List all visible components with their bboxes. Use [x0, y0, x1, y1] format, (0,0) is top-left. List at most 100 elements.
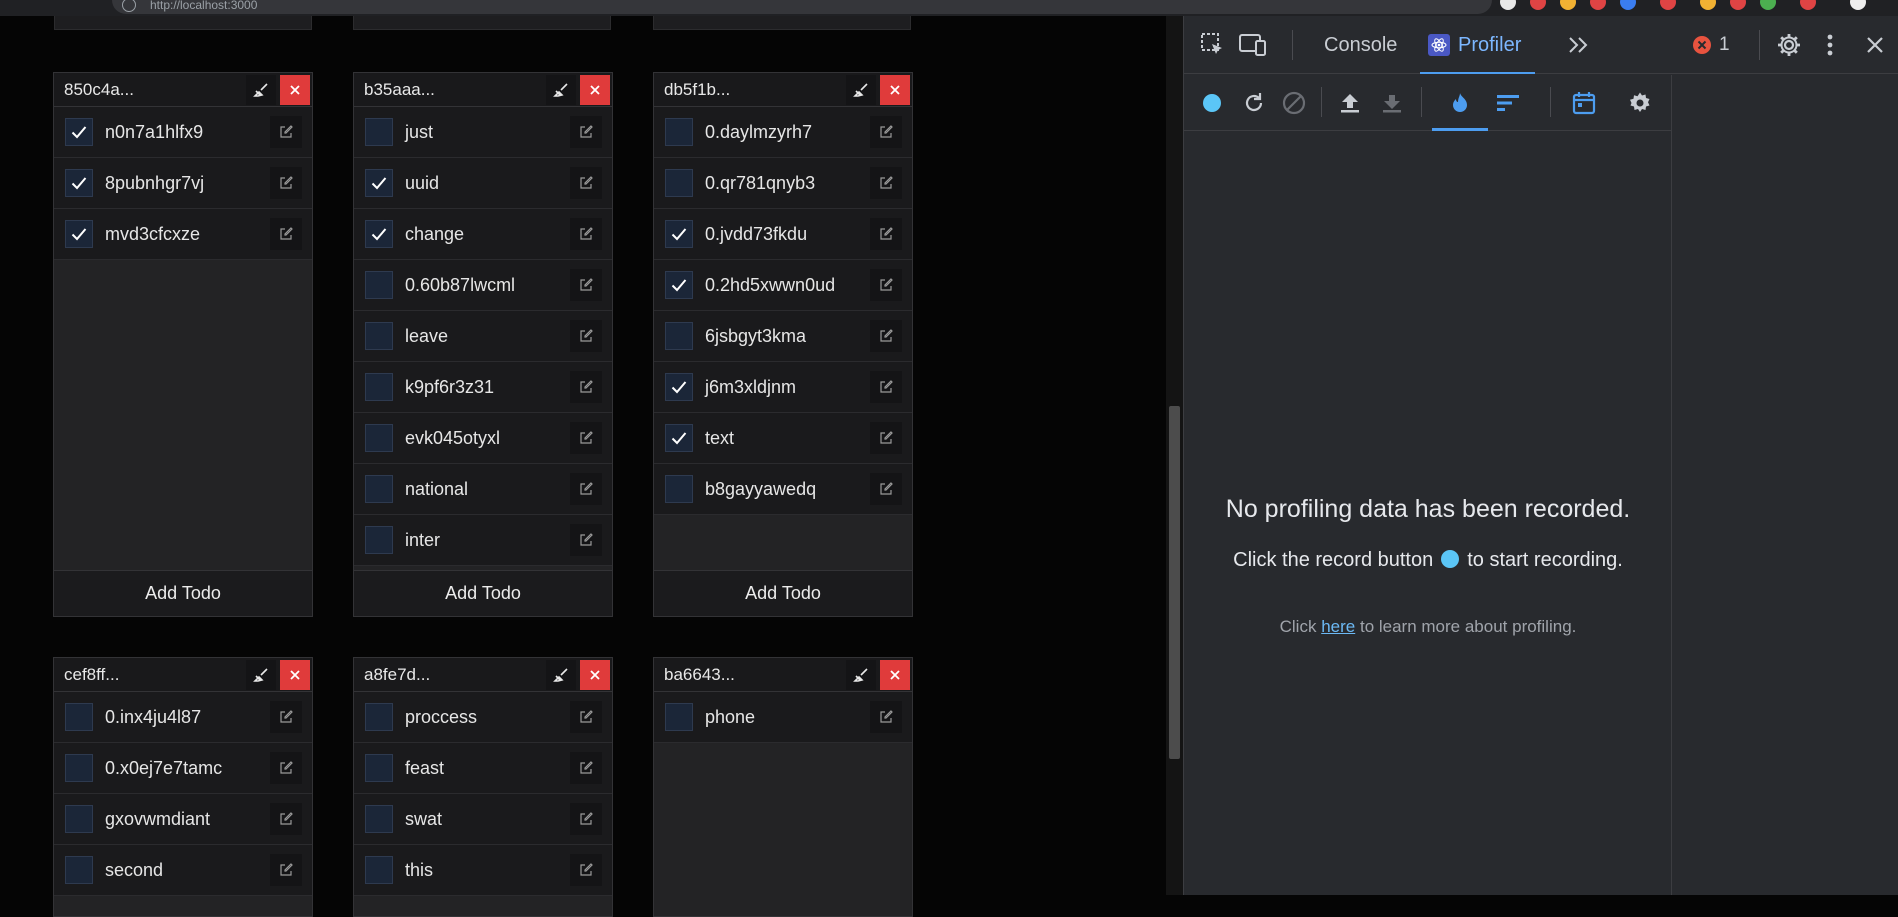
error-counter[interactable]: 1	[1692, 30, 1730, 60]
scrollbar-thumb[interactable]	[1169, 406, 1180, 759]
todo-checkbox[interactable]	[65, 220, 93, 248]
more-tabs-icon[interactable]	[1564, 30, 1594, 60]
todo-checkbox[interactable]	[365, 805, 393, 833]
clear-completed-button[interactable]	[546, 74, 576, 105]
profiler-settings-icon[interactable]	[1626, 89, 1654, 117]
site-info-icon[interactable]	[122, 0, 136, 12]
todo-checkbox[interactable]	[665, 220, 693, 248]
todo-checkbox[interactable]	[365, 220, 393, 248]
todo-checkbox[interactable]	[365, 169, 393, 197]
todo-checkbox[interactable]	[665, 118, 693, 146]
edit-todo-button[interactable]	[870, 320, 902, 352]
delete-board-button[interactable]	[280, 74, 310, 105]
reload-and-profile-icon[interactable]	[1240, 89, 1268, 117]
todo-checkbox[interactable]	[65, 118, 93, 146]
extension-icon[interactable]	[1850, 0, 1866, 10]
todo-checkbox[interactable]	[65, 703, 93, 731]
extension-icon[interactable]	[1530, 0, 1546, 10]
todo-checkbox[interactable]	[665, 322, 693, 350]
learn-more-link[interactable]: here	[1321, 617, 1355, 636]
inspect-element-icon[interactable]	[1198, 30, 1228, 60]
page-scrollbar[interactable]	[1166, 16, 1183, 895]
delete-board-button[interactable]	[580, 659, 610, 690]
edit-todo-button[interactable]	[270, 116, 302, 148]
todo-checkbox[interactable]	[365, 856, 393, 884]
todo-checkbox[interactable]	[65, 856, 93, 884]
edit-todo-button[interactable]	[570, 752, 602, 784]
clear-completed-button[interactable]	[246, 74, 276, 105]
more-options-icon[interactable]	[1820, 30, 1840, 60]
timeline-tab[interactable]	[1570, 89, 1598, 117]
edit-todo-button[interactable]	[270, 854, 302, 886]
todo-checkbox[interactable]	[365, 373, 393, 401]
edit-todo-button[interactable]	[570, 320, 602, 352]
edit-todo-button[interactable]	[570, 167, 602, 199]
extension-icon[interactable]	[1760, 0, 1776, 10]
extension-icon[interactable]	[1700, 0, 1716, 10]
edit-todo-button[interactable]	[570, 803, 602, 835]
edit-todo-button[interactable]	[870, 473, 902, 505]
flamegraph-tab[interactable]	[1432, 75, 1488, 131]
edit-todo-button[interactable]	[570, 524, 602, 556]
clear-completed-button[interactable]	[846, 659, 876, 690]
todo-checkbox[interactable]	[65, 754, 93, 782]
edit-todo-button[interactable]	[870, 422, 902, 454]
edit-todo-button[interactable]	[870, 269, 902, 301]
record-button[interactable]	[1198, 89, 1226, 117]
todo-checkbox[interactable]	[665, 271, 693, 299]
tab-profiler[interactable]: Profiler	[1420, 16, 1536, 74]
todo-checkbox[interactable]	[65, 169, 93, 197]
todo-checkbox[interactable]	[365, 754, 393, 782]
delete-board-button[interactable]	[580, 74, 610, 105]
edit-todo-button[interactable]	[570, 473, 602, 505]
edit-todo-button[interactable]	[870, 218, 902, 250]
extension-icon[interactable]	[1560, 0, 1576, 10]
clear-completed-button[interactable]	[846, 74, 876, 105]
todo-checkbox[interactable]	[365, 475, 393, 503]
tab-console[interactable]: Console	[1324, 16, 1397, 74]
load-profile-icon[interactable]	[1336, 89, 1364, 117]
extension-icon[interactable]	[1660, 0, 1676, 10]
edit-todo-button[interactable]	[270, 218, 302, 250]
todo-checkbox[interactable]	[365, 118, 393, 146]
edit-todo-button[interactable]	[570, 269, 602, 301]
edit-todo-button[interactable]	[270, 701, 302, 733]
close-devtools-icon[interactable]	[1860, 30, 1890, 60]
extension-icon[interactable]	[1730, 0, 1746, 10]
edit-todo-button[interactable]	[870, 167, 902, 199]
edit-todo-button[interactable]	[570, 422, 602, 454]
extension-icon[interactable]	[1620, 0, 1636, 10]
todo-checkbox[interactable]	[365, 526, 393, 554]
edit-todo-button[interactable]	[270, 167, 302, 199]
ranked-chart-tab[interactable]	[1494, 89, 1522, 117]
todo-checkbox[interactable]	[365, 322, 393, 350]
delete-board-button[interactable]	[280, 659, 310, 690]
clear-completed-button[interactable]	[246, 659, 276, 690]
inline-record-button[interactable]	[1441, 550, 1460, 568]
extension-icon[interactable]	[1800, 0, 1816, 10]
add-todo-button[interactable]: Add Todo	[354, 570, 612, 616]
save-profile-icon[interactable]	[1378, 89, 1406, 117]
extension-icon[interactable]	[1590, 0, 1606, 10]
edit-todo-button[interactable]	[570, 116, 602, 148]
edit-todo-button[interactable]	[570, 854, 602, 886]
todo-checkbox[interactable]	[665, 424, 693, 452]
edit-todo-button[interactable]	[270, 752, 302, 784]
device-toolbar-icon[interactable]	[1238, 30, 1268, 60]
todo-checkbox[interactable]	[365, 271, 393, 299]
add-todo-button[interactable]: Add Todo	[54, 570, 312, 616]
todo-checkbox[interactable]	[665, 169, 693, 197]
address-bar[interactable]: http://localhost:3000	[112, 0, 1492, 14]
todo-checkbox[interactable]	[665, 703, 693, 731]
delete-board-button[interactable]	[880, 74, 910, 105]
edit-todo-button[interactable]	[570, 371, 602, 403]
extension-icon[interactable]	[1500, 0, 1516, 10]
clear-profiling-icon[interactable]	[1280, 89, 1308, 117]
todo-checkbox[interactable]	[365, 424, 393, 452]
edit-todo-button[interactable]	[870, 116, 902, 148]
settings-gear-icon[interactable]	[1774, 30, 1804, 60]
edit-todo-button[interactable]	[270, 803, 302, 835]
add-todo-button[interactable]: Add Todo	[654, 570, 912, 616]
todo-checkbox[interactable]	[665, 475, 693, 503]
todo-checkbox[interactable]	[65, 805, 93, 833]
